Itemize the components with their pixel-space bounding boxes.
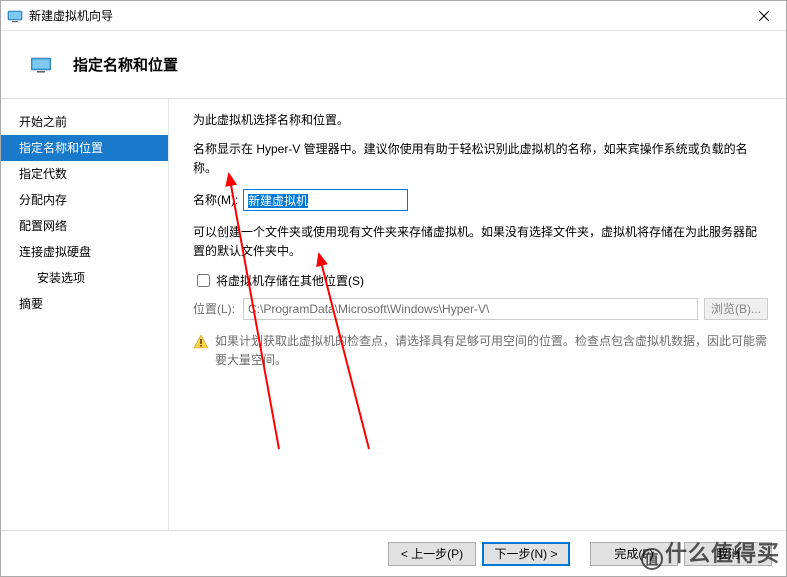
intro-text-1: 为此虚拟机选择名称和位置。 bbox=[193, 111, 768, 130]
sidebar-item-3[interactable]: 分配内存 bbox=[1, 187, 168, 213]
wizard-sidebar: 开始之前指定名称和位置指定代数分配内存配置网络连接虚拟硬盘安装选项摘要 bbox=[1, 99, 169, 530]
intro-text-2: 名称显示在 Hyper-V 管理器中。建议你使用有助于轻松识别此虚拟机的名称，如… bbox=[193, 140, 768, 178]
close-icon bbox=[759, 11, 769, 21]
wizard-body: 开始之前指定名称和位置指定代数分配内存配置网络连接虚拟硬盘安装选项摘要 为此虚拟… bbox=[1, 99, 786, 530]
browse-button: 浏览(B)... bbox=[704, 298, 768, 320]
sidebar-item-4[interactable]: 配置网络 bbox=[1, 213, 168, 239]
name-row: 名称(M): 新建虚拟机 bbox=[193, 189, 768, 211]
warning-text: 如果计划获取此虚拟机的检查点，请选择具有足够可用空间的位置。检查点包含虚拟机数据… bbox=[215, 332, 768, 370]
warning-icon bbox=[193, 334, 209, 350]
cancel-button[interactable]: 取消 bbox=[684, 542, 772, 566]
store-other-row: 将虚拟机存储在其他位置(S) bbox=[193, 271, 768, 290]
finish-button[interactable]: 完成(F) bbox=[590, 542, 678, 566]
next-button[interactable]: 下一步(N) > bbox=[482, 542, 570, 566]
close-button[interactable] bbox=[741, 1, 786, 31]
sidebar-item-0[interactable]: 开始之前 bbox=[1, 109, 168, 135]
app-icon bbox=[7, 8, 23, 24]
header-icon bbox=[31, 57, 51, 73]
location-label: 位置(L): bbox=[193, 300, 243, 317]
prev-button[interactable]: < 上一步(P) bbox=[388, 542, 476, 566]
window-title: 新建虚拟机向导 bbox=[29, 7, 741, 24]
wizard-footer: < 上一步(P) 下一步(N) > 完成(F) 取消 bbox=[1, 530, 786, 576]
name-label: 名称(M): bbox=[193, 191, 243, 208]
wizard-window: 新建虚拟机向导 指定名称和位置 开始之前指定名称和位置指定代数分配内存配置网络连… bbox=[0, 0, 787, 577]
store-other-label: 将虚拟机存储在其他位置(S) bbox=[216, 272, 364, 289]
name-input[interactable] bbox=[243, 189, 408, 211]
location-row: 位置(L): 浏览(B)... bbox=[193, 298, 768, 320]
titlebar: 新建虚拟机向导 bbox=[1, 1, 786, 31]
intro-text-3: 可以创建一个文件夹或使用现有文件夹来存储虚拟机。如果没有选择文件夹，虚拟机将存储… bbox=[193, 223, 768, 261]
wizard-main: 为此虚拟机选择名称和位置。 名称显示在 Hyper-V 管理器中。建议你使用有助… bbox=[169, 99, 786, 530]
sidebar-item-6[interactable]: 安装选项 bbox=[1, 265, 168, 291]
warning-row: 如果计划获取此虚拟机的检查点，请选择具有足够可用空间的位置。检查点包含虚拟机数据… bbox=[193, 332, 768, 370]
location-input bbox=[243, 298, 698, 320]
store-other-checkbox[interactable] bbox=[197, 274, 210, 287]
sidebar-item-7[interactable]: 摘要 bbox=[1, 291, 168, 317]
sidebar-item-2[interactable]: 指定代数 bbox=[1, 161, 168, 187]
sidebar-item-1[interactable]: 指定名称和位置 bbox=[1, 135, 168, 161]
page-title: 指定名称和位置 bbox=[73, 54, 178, 75]
wizard-header: 指定名称和位置 bbox=[1, 31, 786, 99]
sidebar-item-5[interactable]: 连接虚拟硬盘 bbox=[1, 239, 168, 265]
